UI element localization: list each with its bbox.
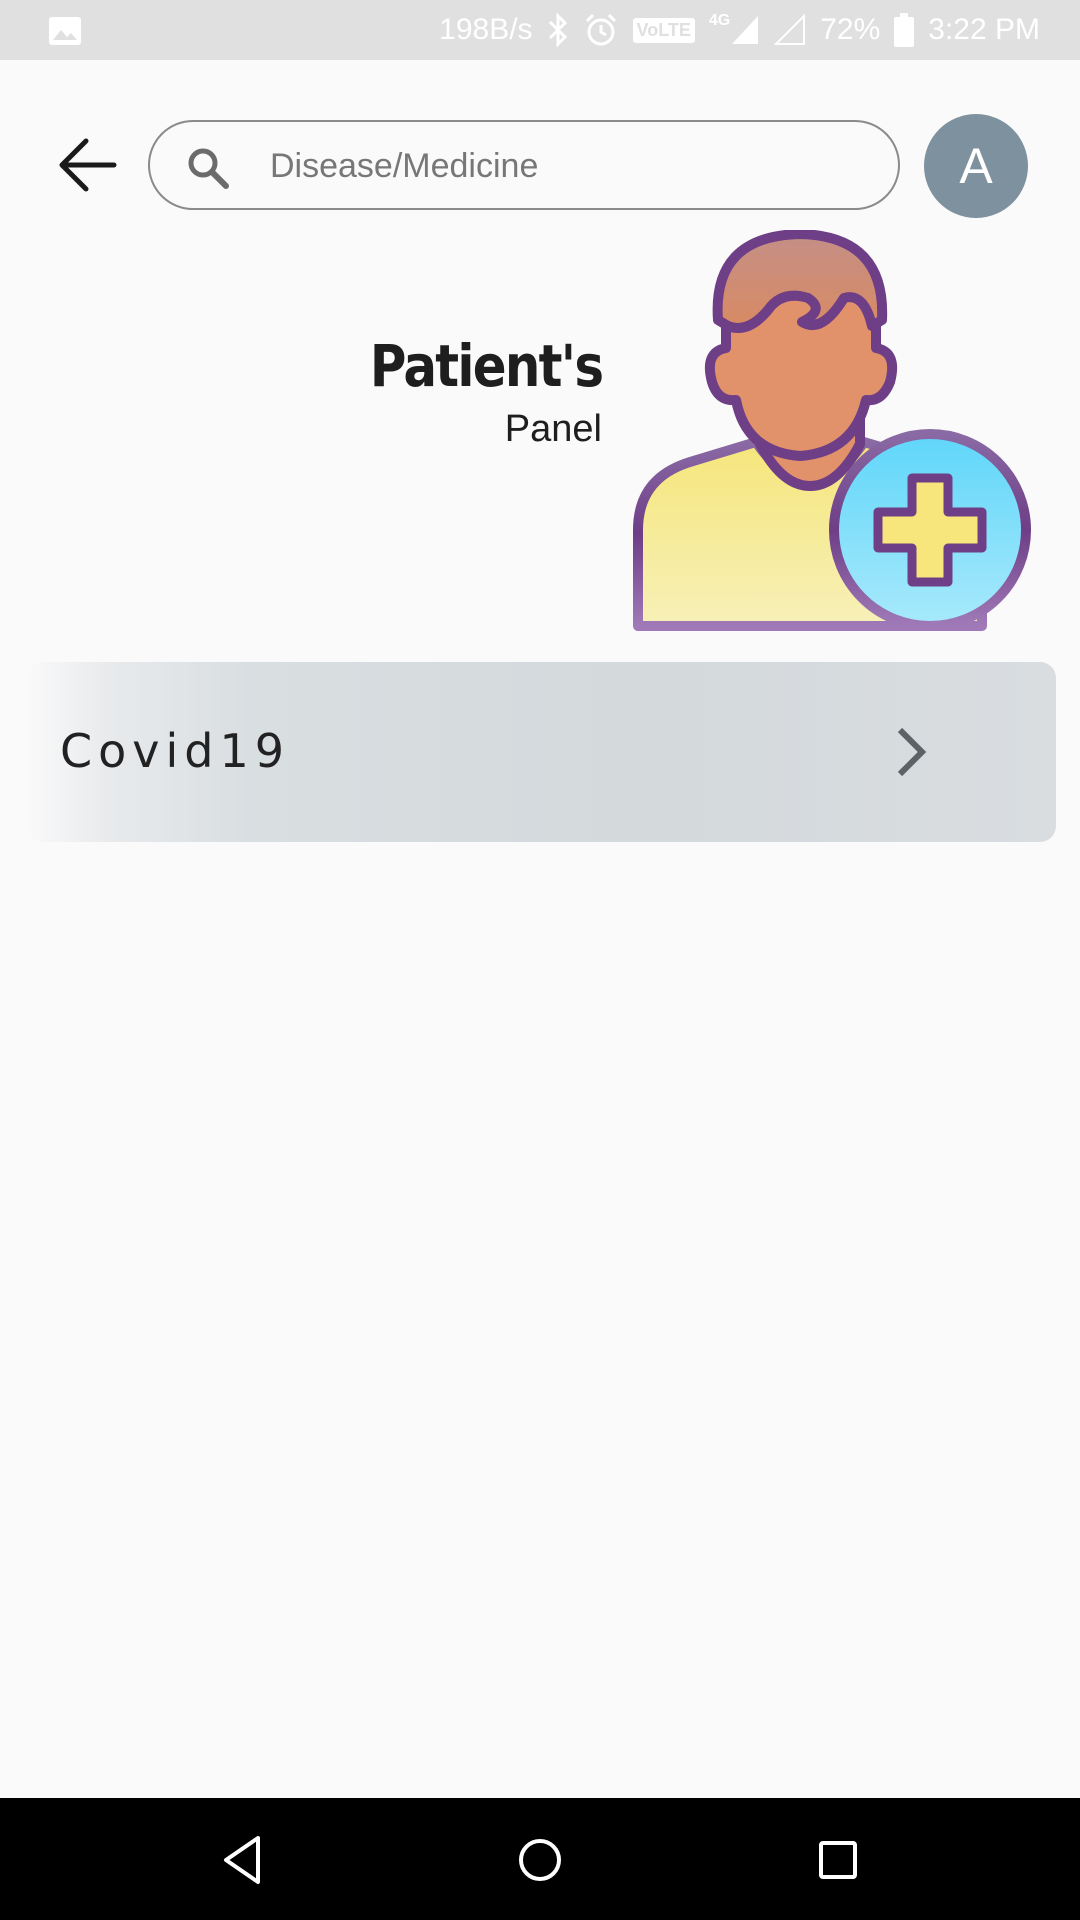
page-title: Patient's — [369, 332, 604, 400]
battery-level: 72% — [820, 13, 881, 46]
volte-badge: VoLTE — [632, 17, 695, 43]
search-icon — [188, 148, 229, 189]
nav-home-icon[interactable] — [510, 1830, 570, 1890]
battery-icon — [894, 13, 915, 47]
clock: 3:22 PM — [928, 13, 1040, 46]
avatar[interactable]: A — [924, 114, 1028, 218]
alarm-icon — [585, 13, 616, 46]
app-screen: 198B/s VoLTE 4G 72% 3:22 PM Disease/Medi… — [0, 0, 1080, 1920]
status-bar: 198B/s VoLTE 4G 72% 3:22 PM — [0, 0, 1080, 60]
add-patient-icon — [633, 230, 1031, 631]
signal-empty-icon — [774, 14, 806, 45]
bluetooth-icon — [548, 13, 567, 47]
network-speed: 198B/s — [439, 13, 533, 46]
chevron-right-icon — [897, 727, 927, 777]
back-arrow-icon[interactable] — [56, 135, 122, 195]
list-item-label: Covid19 — [60, 724, 290, 778]
search-bar[interactable] — [148, 120, 900, 210]
status-icons: 198B/s VoLTE 4G 72% 3:22 PM — [439, 0, 1040, 60]
signal-icon — [732, 16, 759, 44]
network-type: 4G — [708, 12, 731, 29]
nav-back-icon[interactable] — [212, 1830, 272, 1890]
page-subtitle: Panel — [504, 408, 602, 450]
image-icon — [49, 17, 81, 45]
avatar-initial: A — [959, 138, 993, 194]
list-item[interactable]: Covid19 — [26, 662, 1056, 842]
nav-recents-icon[interactable] — [808, 1830, 868, 1890]
navigation-bar — [0, 1798, 1080, 1920]
search-input[interactable] — [268, 122, 872, 210]
